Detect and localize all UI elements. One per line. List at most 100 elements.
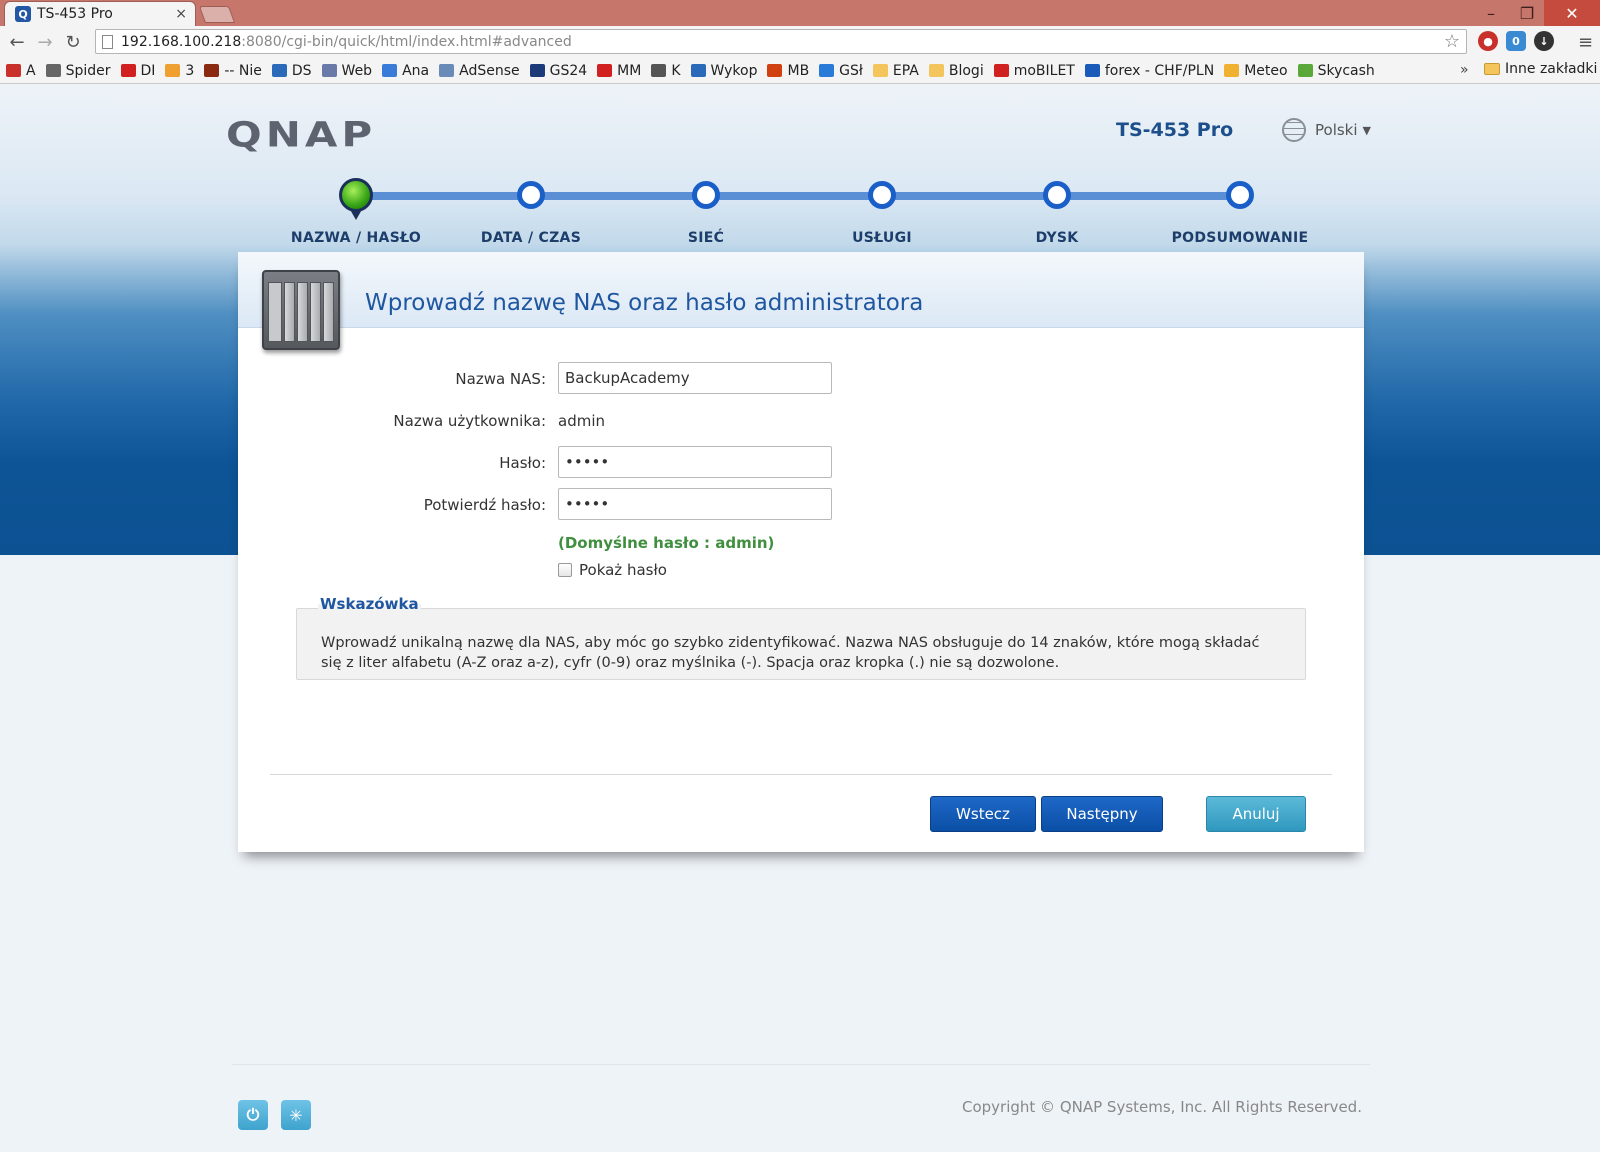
- power-icon[interactable]: ⏻: [238, 1100, 268, 1130]
- bookmark-icon: [45, 64, 61, 77]
- bookmark-item[interactable]: -- Nie: [204, 63, 262, 79]
- wizard-progress-line: [355, 192, 1235, 200]
- extension-icons: ● 0 ↓: [1478, 31, 1554, 51]
- step-marker-icon: [1043, 181, 1071, 209]
- other-bookmarks-folder[interactable]: Inne zakładki: [1484, 61, 1597, 77]
- bookmark-label: Meteo: [1244, 62, 1288, 79]
- bookmark-item[interactable]: GSł: [819, 63, 863, 79]
- bookmark-label: Ana: [402, 62, 430, 79]
- bookmark-item[interactable]: Wykop: [690, 62, 758, 79]
- bookmark-item[interactable]: 3: [165, 63, 194, 79]
- settings-icon[interactable]: ✳: [281, 1100, 311, 1130]
- bookmark-label: moBILET: [1013, 62, 1075, 79]
- bookmark-label: DS: [291, 62, 312, 79]
- bookmarks-overflow-icon[interactable]: »: [1460, 62, 1469, 78]
- bookmark-label: Wykop: [710, 62, 758, 79]
- bookmark-star-icon[interactable]: ☆: [1444, 31, 1460, 52]
- bookmark-icon: [819, 64, 835, 77]
- back-button[interactable]: Wstecz: [930, 796, 1036, 832]
- bookmark-item[interactable]: forex - CHF/PLN: [1084, 63, 1214, 79]
- bookmark-item[interactable]: K: [651, 62, 681, 79]
- qnap-favicon-icon: Q: [15, 6, 31, 22]
- qnap-setup-page: QNAP TS-453 Pro Polski ▼ NAZWA / HASŁO DA…: [0, 84, 1600, 1152]
- bookmark-item[interactable]: GS24: [529, 62, 588, 79]
- bookmark-label: GS24: [549, 62, 588, 79]
- bookmark-label: MM: [617, 62, 642, 79]
- bookmark-icon: [382, 64, 398, 77]
- bookmark-label: MB: [787, 62, 810, 79]
- url-host: 192.168.100.218: [121, 33, 242, 50]
- bookmark-item[interactable]: Meteo: [1224, 62, 1288, 79]
- step-marker-icon: [1226, 181, 1254, 209]
- bookmark-icon: [928, 64, 944, 77]
- next-button[interactable]: Następny: [1041, 796, 1163, 832]
- bookmark-item[interactable]: MM: [597, 63, 641, 79]
- tab-close-icon[interactable]: ×: [175, 6, 187, 22]
- bookmark-item[interactable]: Skycash: [1297, 63, 1375, 79]
- bookmark-item[interactable]: MB: [767, 63, 809, 79]
- bookmark-item[interactable]: Blogi: [928, 63, 984, 79]
- nas-name-input[interactable]: [558, 362, 832, 394]
- browser-menu-icon[interactable]: ≡: [1578, 32, 1593, 53]
- language-selector[interactable]: Polski ▼: [1282, 118, 1371, 142]
- bookmark-item[interactable]: A: [6, 63, 36, 79]
- bookmark-label: 3: [185, 62, 195, 79]
- download-extension-icon[interactable]: ↓: [1534, 31, 1554, 51]
- page-icon: [102, 34, 113, 49]
- address-bar[interactable]: 192.168.100.218:8080/cgi-bin/quick/html/…: [95, 29, 1467, 54]
- reload-icon[interactable]: ↻: [62, 31, 84, 53]
- other-bookmarks-label: Inne zakładki: [1505, 61, 1598, 77]
- bookmarks-bar: A Spider DI 3 -- Nie DS Web Ana AdSense GS24 MM K Wy…: [0, 58, 1600, 84]
- bookmark-icon: [1224, 64, 1240, 77]
- divider: [270, 774, 1332, 775]
- current-step-pin-icon: [339, 178, 373, 212]
- bookmark-item[interactable]: DS: [271, 62, 312, 79]
- browser-tab[interactable]: Q TS-453 Pro ×: [4, 1, 196, 26]
- bookmark-item[interactable]: Spider: [45, 62, 111, 79]
- password-input[interactable]: [558, 446, 832, 478]
- model-name: TS-453 Pro: [1116, 119, 1234, 141]
- step-marker-icon: [868, 181, 896, 209]
- show-password-checkbox[interactable]: [558, 563, 572, 577]
- bookmark-icon: [165, 64, 181, 77]
- adblock-extension-icon[interactable]: ●: [1478, 31, 1498, 51]
- forward-arrow-icon[interactable]: →: [34, 31, 56, 53]
- bookmark-label: Spider: [65, 62, 111, 79]
- window-maximize-button[interactable]: ❐: [1506, 0, 1548, 26]
- username-label: Nazwa użytkownika:: [393, 412, 546, 430]
- bookmark-item[interactable]: AdSense: [439, 63, 520, 79]
- back-arrow-icon[interactable]: ←: [6, 31, 28, 53]
- step-marker-icon: [692, 181, 720, 209]
- bookmark-label: GSł: [839, 62, 863, 79]
- tip-box: Wprowadź unikalną nazwę dla NAS, aby móc…: [296, 608, 1306, 680]
- bookmark-item[interactable]: Web: [321, 63, 372, 79]
- bookmark-item[interactable]: EPA: [872, 62, 919, 79]
- bookmark-item[interactable]: moBILET: [993, 62, 1075, 79]
- show-password-toggle[interactable]: Pokaż hasło: [558, 561, 667, 579]
- bookmark-item[interactable]: Ana: [382, 63, 429, 79]
- bookmark-label: EPA: [892, 62, 919, 79]
- tab-title: TS-453 Pro: [37, 6, 113, 22]
- tip-text: Wprowadź unikalną nazwę dla NAS, aby móc…: [321, 635, 1260, 671]
- qnap-logo: QNAP: [226, 114, 377, 155]
- setup-card: Wprowadź nazwę NAS oraz hasło administra…: [238, 252, 1364, 852]
- bookmark-item[interactable]: DI: [120, 63, 155, 79]
- window-close-button[interactable]: ✕: [1544, 0, 1600, 26]
- nas-name-label: Nazwa NAS:: [455, 370, 546, 388]
- card-title: Wprowadź nazwę NAS oraz hasło administra…: [365, 290, 924, 316]
- bookmark-icon: [993, 64, 1009, 77]
- chevron-down-icon: ▼: [1362, 123, 1371, 137]
- bookmark-icon: [321, 64, 337, 77]
- extension-icon[interactable]: 0: [1506, 31, 1526, 51]
- new-tab-button[interactable]: [198, 6, 236, 23]
- browser-titlebar: Q TS-453 Pro × – ❐ ✕: [0, 0, 1600, 26]
- confirm-password-input[interactable]: [558, 488, 832, 520]
- cancel-button[interactable]: Anuluj: [1206, 796, 1306, 832]
- bookmark-icon: [651, 64, 667, 77]
- wizard-step-label: DYSK: [1035, 230, 1079, 246]
- wizard-step-label: NAZWA / HASŁO: [290, 230, 422, 246]
- bookmark-icon: [872, 64, 888, 77]
- wizard-step-label: SIEĆ: [687, 230, 725, 246]
- bookmark-label: K: [671, 62, 681, 79]
- bookmark-icon: [271, 64, 287, 77]
